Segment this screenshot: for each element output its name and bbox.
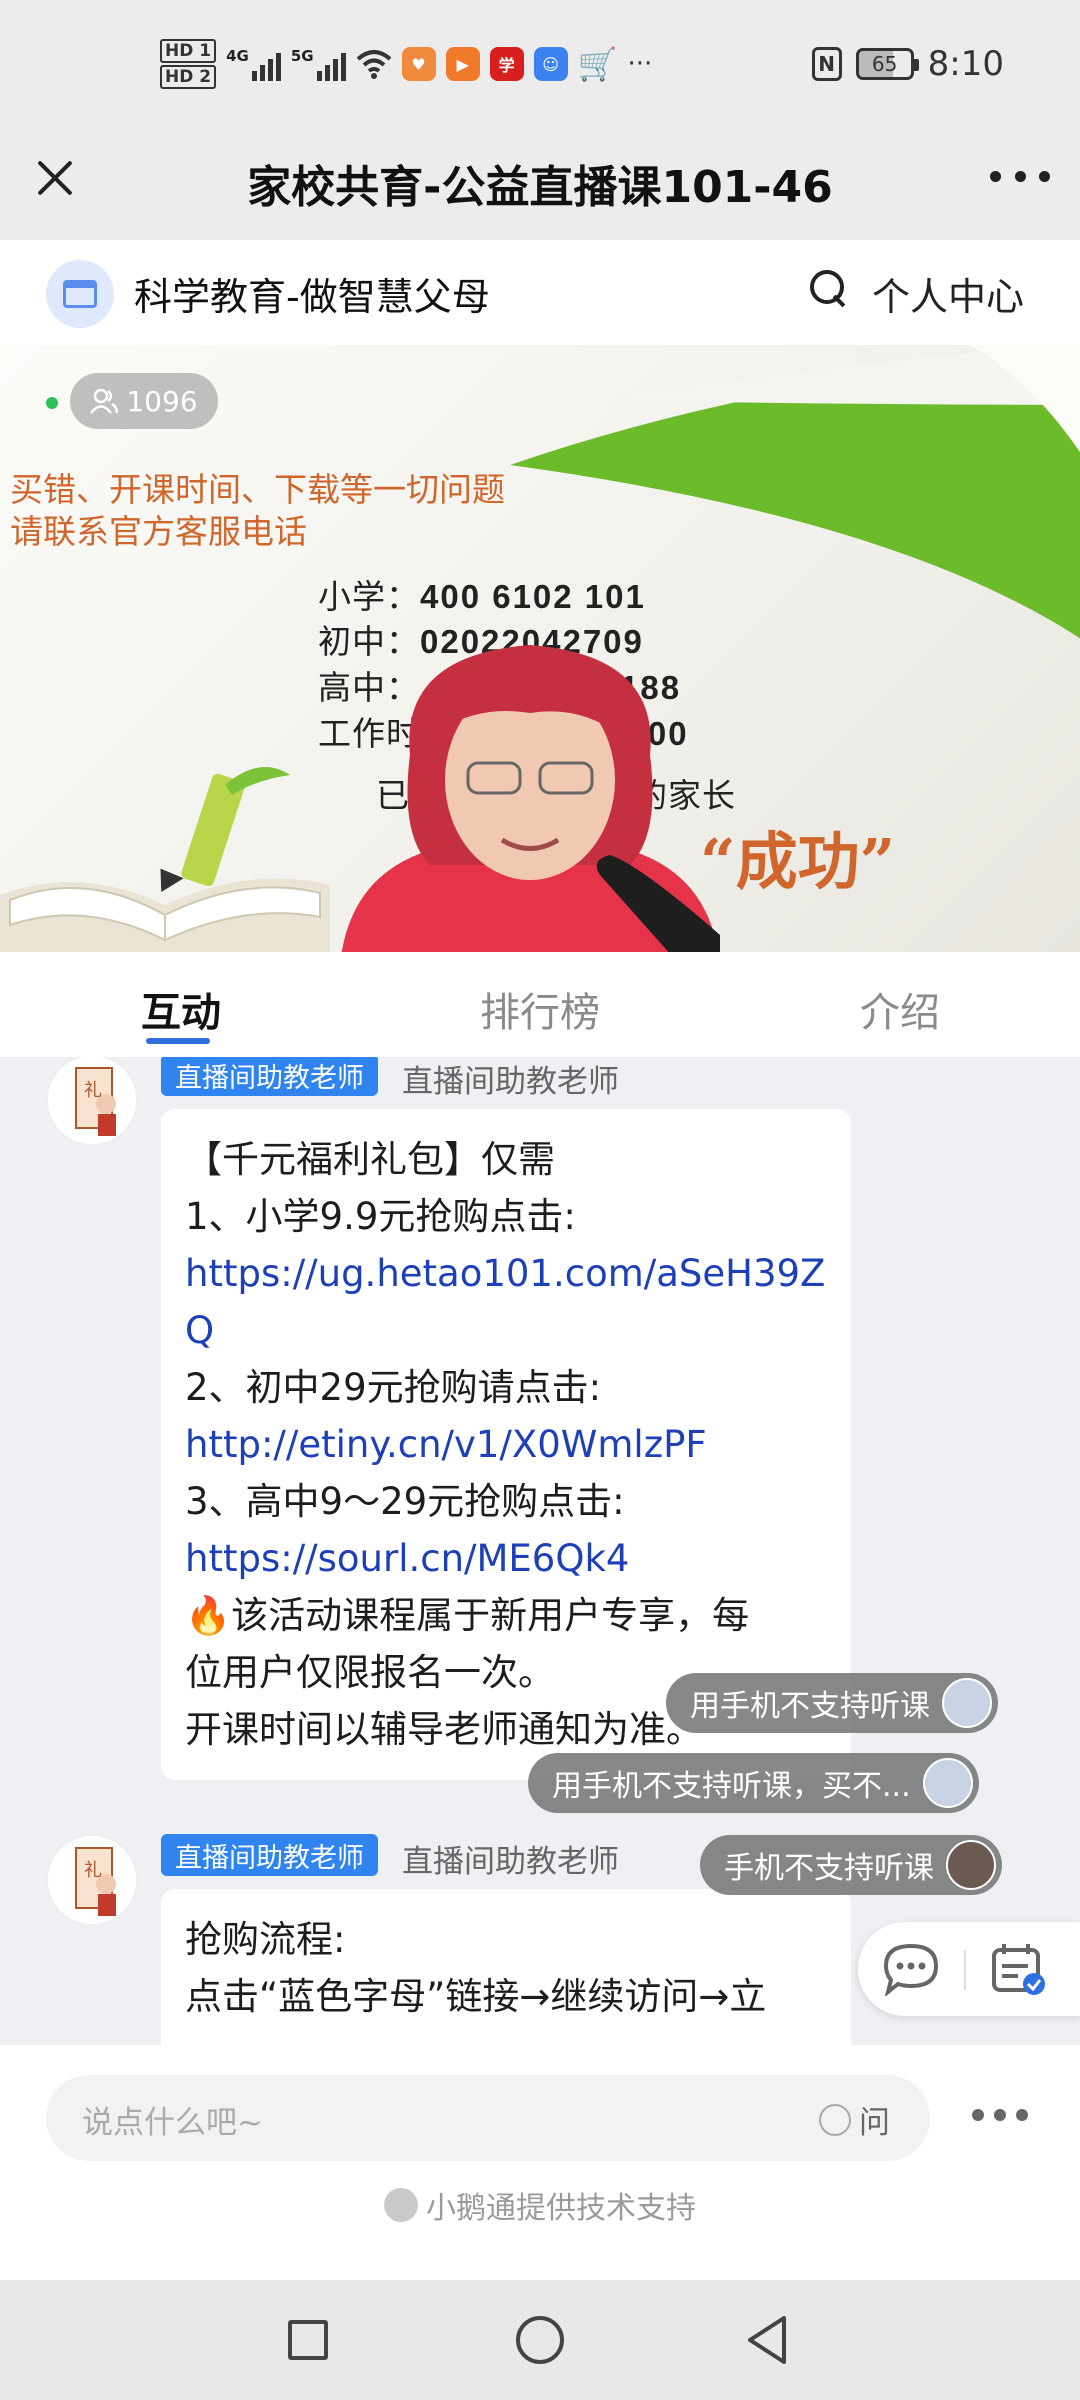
- home-button[interactable]: [516, 2316, 564, 2364]
- avatar: [922, 1758, 973, 1808]
- floating-tools: [858, 1922, 1080, 2016]
- live-video[interactable]: 1096 买错、开课时间、下载等一切问题 请联系官方客服电话 小学：400 61…: [0, 345, 1080, 952]
- powered-by-text: 小鹅通提供技术支持: [426, 2191, 696, 2226]
- title-bar: 家校共育-公益直播课101-46: [0, 135, 1080, 240]
- link-primary-cont[interactable]: Q: [185, 1302, 827, 1359]
- avatar: [946, 1840, 996, 1890]
- sim1-label: HD 1: [160, 39, 217, 63]
- page-title: 家校共育-公益直播课101-46: [247, 162, 833, 213]
- powered-by: 小鹅通提供技术支持: [0, 2183, 1080, 2227]
- banner-line-1: 买错、开课时间、下载等一切问题: [10, 470, 505, 509]
- shop-name[interactable]: 科学教育-做智慧父母: [134, 266, 490, 321]
- comment-input-placeholder: 说点什么吧~: [82, 2105, 263, 2141]
- tools-divider: [964, 1950, 966, 1990]
- app-video-icon: ▶: [445, 47, 480, 81]
- signal-2-icon: 5G: [291, 47, 346, 81]
- role-badge: 直播间助教老师: [161, 1057, 378, 1096]
- viewer-count-value: 1096: [126, 384, 198, 418]
- nfc-icon: N: [811, 47, 842, 81]
- store-icon[interactable]: [46, 260, 114, 328]
- ask-label: 问: [859, 2105, 890, 2141]
- svg-text:礼: 礼: [84, 1080, 102, 1101]
- radio-icon: [819, 2103, 851, 2136]
- more-options-icon[interactable]: [972, 2109, 1028, 2123]
- more-notifications: ···: [627, 49, 653, 79]
- avatar: [942, 1678, 992, 1728]
- message-line: 2、初中29元抢购请点击:: [185, 1366, 602, 1409]
- presenter-video: [341, 645, 720, 952]
- message-line: 抢购流程:: [185, 1918, 346, 1961]
- tab-bar: 互动 排行榜 介绍: [0, 952, 1080, 1057]
- status-right: N 65 8:10: [811, 44, 1004, 84]
- message-line: 3、高中9～29元抢购点击:: [185, 1480, 625, 1523]
- assistant-avatar-image: 礼: [48, 1057, 136, 1144]
- message-line: 🔥该活动课程属于新用户专享，每: [185, 1594, 750, 1637]
- people-icon: [90, 388, 119, 414]
- app-health-icon: ♥: [401, 47, 436, 81]
- signal-1-icon: 4G: [226, 47, 281, 81]
- floating-comment-text: 手机不支持听课: [724, 1851, 934, 1886]
- app-contact-icon: ☺: [533, 47, 568, 81]
- svg-text:礼: 礼: [84, 1860, 102, 1881]
- system-nav-bar: [0, 2280, 1080, 2400]
- assistant-avatar-image: 礼: [48, 1836, 136, 1924]
- comment-icon[interactable]: [882, 1942, 940, 1996]
- book-illustration: [0, 767, 330, 952]
- back-button[interactable]: [740, 2312, 796, 2368]
- viewer-count: 1096: [70, 373, 218, 429]
- more-icon[interactable]: [990, 161, 1050, 191]
- link-middle[interactable]: http://etiny.cn/v1/X0WmlzPF: [185, 1416, 827, 1473]
- sim2-label: HD 2: [160, 65, 217, 89]
- search-icon[interactable]: [810, 270, 850, 310]
- tab-intro[interactable]: 介绍: [860, 980, 940, 1038]
- hotline-primary: 小学：400 6102 101: [318, 570, 646, 618]
- banner-line-2: 请联系官方客服电话: [10, 512, 307, 551]
- link-primary[interactable]: https://ug.hetao101.com/aSeH39Z: [185, 1245, 827, 1302]
- tab-active-indicator: [146, 1038, 210, 1044]
- cart-icon: 🛒: [577, 45, 618, 83]
- chat-area[interactable]: 礼 直播间助教老师 直播间助教老师 【千元福利礼包】仅需 1、小学9.9元抢购点…: [0, 1057, 1080, 2045]
- recents-button[interactable]: [288, 2320, 328, 2360]
- sender-name: 直播间助教老师: [402, 1844, 619, 1880]
- message-line: 点击“蓝色字母”链接→继续访问→立: [185, 1975, 767, 2018]
- app-news-icon: 学: [489, 47, 524, 81]
- ask-toggle[interactable]: 问: [819, 2097, 890, 2142]
- network-2-label: 5G: [290, 47, 314, 65]
- success-slogan: “成功”: [700, 825, 896, 898]
- calendar-check-icon[interactable]: [988, 1940, 1048, 1998]
- tab-interact[interactable]: 互动: [141, 980, 221, 1038]
- sim-indicator: HD 1 HD 2: [160, 38, 217, 90]
- comment-input[interactable]: 说点什么吧~ 问: [46, 2075, 930, 2161]
- link-high[interactable]: https://sourl.cn/ME6Qk4: [185, 1530, 827, 1587]
- floating-comment-text: 用手机不支持听课: [690, 1689, 930, 1724]
- avatar[interactable]: 礼: [46, 1057, 138, 1146]
- floating-comment: 用手机不支持听课: [666, 1673, 998, 1733]
- network-1-label: 4G: [226, 47, 249, 65]
- sender-name: 直播间助教老师: [402, 1064, 619, 1100]
- battery-icon: 65: [855, 48, 919, 80]
- floating-comment: 手机不支持听课: [700, 1835, 1002, 1895]
- floating-comment: 用手机不支持听课，买不...: [528, 1753, 979, 1813]
- status-left: HD 1 HD 2 4G 5G ♥ ▶ 学 ☺ 🛒 ···: [160, 38, 652, 90]
- avatar[interactable]: 礼: [46, 1834, 138, 1926]
- input-bar: 说点什么吧~ 问 小鹅通提供技术支持: [0, 2045, 1080, 2280]
- status-bar: HD 1 HD 2 4G 5G ♥ ▶ 学 ☺ 🛒 ··· N 65 8:10: [0, 0, 1080, 135]
- hotline-primary-label: 小学：: [318, 577, 420, 616]
- shop-header: 科学教育-做智慧父母 个人中心: [0, 240, 1080, 345]
- role-badge: 直播间助教老师: [161, 1834, 378, 1876]
- xiaoetong-logo-icon: [384, 2188, 418, 2222]
- personal-center-link[interactable]: 个人中心: [872, 266, 1024, 321]
- floating-comment-text: 用手机不支持听课，买不...: [552, 1769, 911, 1804]
- tab-ranking[interactable]: 排行榜: [480, 980, 600, 1038]
- wifi-icon: [356, 50, 391, 79]
- message-line: 【千元福利礼包】仅需: [185, 1138, 555, 1181]
- message-line: 1、小学9.9元抢购点击:: [185, 1195, 576, 1238]
- message-bubble: 抢购流程: 点击“蓝色字母”链接→继续访问→立: [161, 1889, 851, 2045]
- clock: 8:10: [927, 44, 1004, 84]
- hotline-primary-number: 400 6102 101: [420, 578, 646, 615]
- live-indicator: [46, 397, 58, 409]
